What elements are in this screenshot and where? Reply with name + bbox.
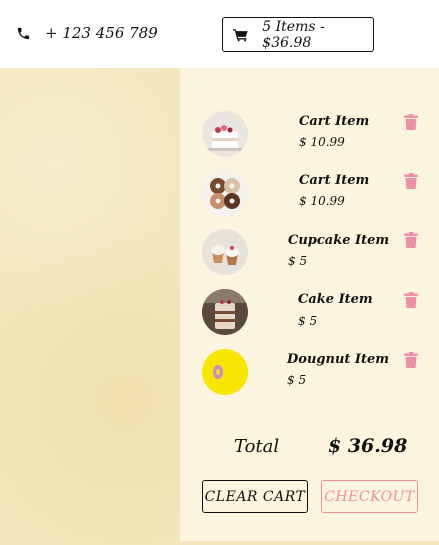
cake-thumbnail: [202, 111, 248, 157]
phone-contact[interactable]: + 123 456 789: [16, 24, 158, 42]
top-bar: + 123 456 789 5 Items - $36.98: [0, 0, 439, 68]
item-name: Cart Item: [299, 173, 370, 188]
total-value: $ 36.98: [328, 435, 408, 457]
item-price: $ 10.99: [299, 135, 345, 149]
shopping-cart-icon: [233, 28, 248, 41]
cart-summary-text: 5 Items - $36.98: [262, 18, 325, 51]
total-label: Total: [234, 436, 280, 457]
item-name: Cake Item: [298, 292, 373, 307]
cart-item: Cart Item $ 10.99: [180, 111, 439, 161]
trash-icon[interactable]: [404, 232, 418, 248]
phone-icon: [17, 27, 30, 39]
trash-icon[interactable]: [404, 173, 418, 189]
bottom-strip: [180, 541, 439, 545]
cart-item: Cake Item $ 5: [180, 289, 439, 339]
donuts-thumbnail: [202, 170, 248, 216]
trash-icon[interactable]: [404, 114, 418, 130]
cart-item: Cupcake Item $ 5: [180, 229, 439, 279]
background-texture: [0, 68, 180, 545]
trash-icon[interactable]: [404, 352, 418, 368]
item-name: Cart Item: [299, 114, 370, 129]
item-name: Cupcake Item: [288, 233, 390, 248]
trash-icon[interactable]: [404, 292, 418, 308]
item-price: $ 5: [298, 314, 318, 328]
item-name: Dougnut Item: [287, 352, 390, 367]
clear-cart-button[interactable]: CLEAR CART: [202, 480, 308, 513]
doughnut-thumbnail: [202, 349, 248, 395]
cupcake-thumbnail: [202, 229, 248, 275]
cart-summary-button[interactable]: 5 Items - $36.98: [222, 17, 374, 52]
item-price: $ 10.99: [299, 194, 345, 208]
phone-number: + 123 456 789: [45, 24, 158, 42]
cake-thumbnail: [202, 289, 248, 335]
cart-item: Cart Item $ 10.99: [180, 170, 439, 220]
checkout-button[interactable]: CHECKOUT: [321, 480, 418, 513]
cart-item: Dougnut Item $ 5: [180, 349, 439, 399]
item-price: $ 5: [287, 373, 307, 387]
item-price: $ 5: [288, 254, 308, 268]
cart-panel: Cart Item $ 10.99 Cart Item $ 10.99 Cupc…: [180, 68, 439, 545]
